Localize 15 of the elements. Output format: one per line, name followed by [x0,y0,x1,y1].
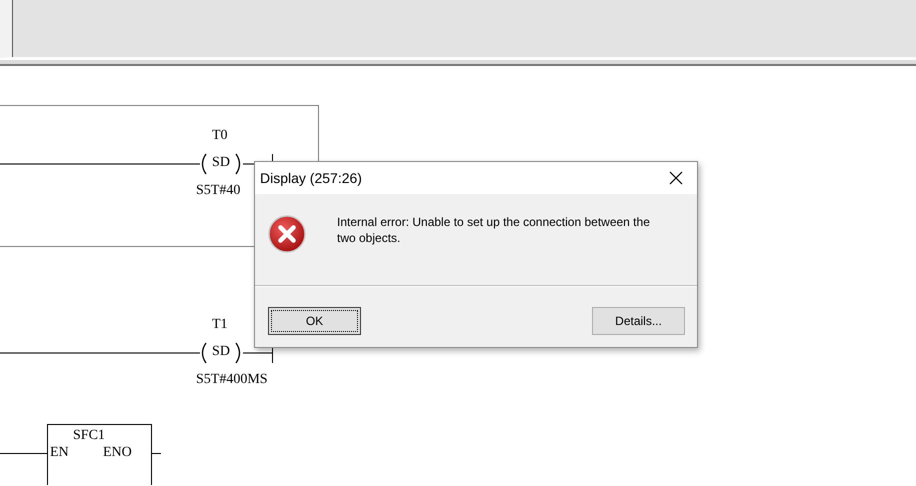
output-label: ENO [103,445,132,461]
timer-value: S5T#400MS [196,372,268,388]
timer-operand: T1 [212,317,228,333]
timer-operand: T0 [212,128,228,144]
dialog-button[interactable]: OK [268,307,361,335]
coil-instruction: SD [211,344,231,360]
error-message: Internal error: Unable to set up the connection between the two objects. [337,214,651,246]
close-icon[interactable] [669,171,683,185]
coil-instruction: SD [211,155,231,171]
dialog-button[interactable]: Details... [592,307,685,335]
block-title: SFC1 [73,428,105,444]
input-label: EN [50,445,69,461]
timer-value: S5T#40 [196,183,240,199]
dialog-title: Display (257:26) [260,170,362,186]
error-icon [268,215,306,253]
